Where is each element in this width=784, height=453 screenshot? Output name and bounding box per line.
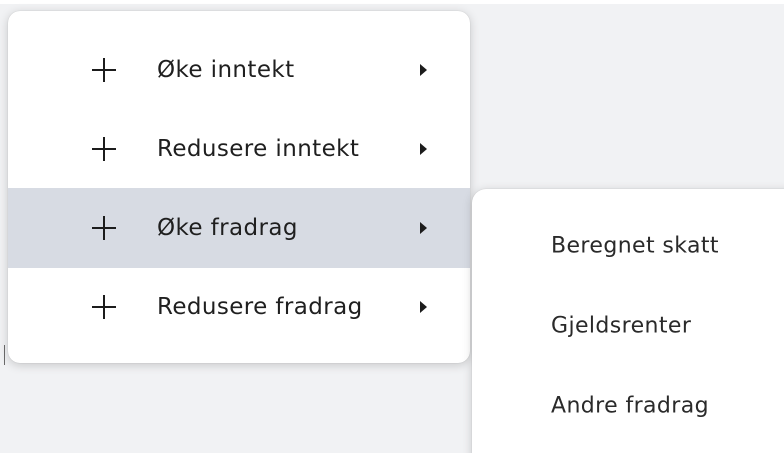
menu-item-oke-inntekt[interactable]: Øke inntekt [8,30,470,110]
menu-item-redusere-inntekt[interactable]: Redusere inntekt [8,109,470,189]
submenu-item-label: Beregnet skatt [551,233,719,259]
menu-item-label: Øke fradrag [157,215,298,241]
caret-right-icon [420,301,427,313]
plus-icon [92,216,116,240]
menu-item-oke-fradrag[interactable]: Øke fradrag [8,188,470,268]
menu-item-label: Redusere inntekt [157,136,360,162]
plus-icon [92,295,116,319]
caret-right-icon [420,222,427,234]
plus-icon [92,58,116,82]
context-menu: Øke inntekt Redusere inntekt Øke fradrag… [8,11,470,363]
caret-right-icon [420,143,427,155]
plus-icon [92,137,116,161]
submenu-item-label: Gjeldsrenter [551,313,692,339]
menu-item-label: Redusere fradrag [157,294,363,320]
page-divider [4,345,5,365]
menu-item-redusere-fradrag[interactable]: Redusere fradrag [8,267,470,347]
submenu-item-andre-fradrag[interactable]: Andre fradrag [472,366,784,446]
screen: Øke inntekt Redusere inntekt Øke fradrag… [0,0,784,453]
submenu-item-label: Andre fradrag [551,393,709,419]
page-edge [0,0,784,4]
submenu-item-gjeldsrenter[interactable]: Gjeldsrenter [472,286,784,366]
menu-item-label: Øke inntekt [157,57,295,83]
caret-right-icon [420,64,427,76]
submenu-oke-fradrag: Beregnet skatt Gjeldsrenter Andre fradra… [472,189,784,453]
submenu-item-beregnet-skatt[interactable]: Beregnet skatt [472,206,784,286]
